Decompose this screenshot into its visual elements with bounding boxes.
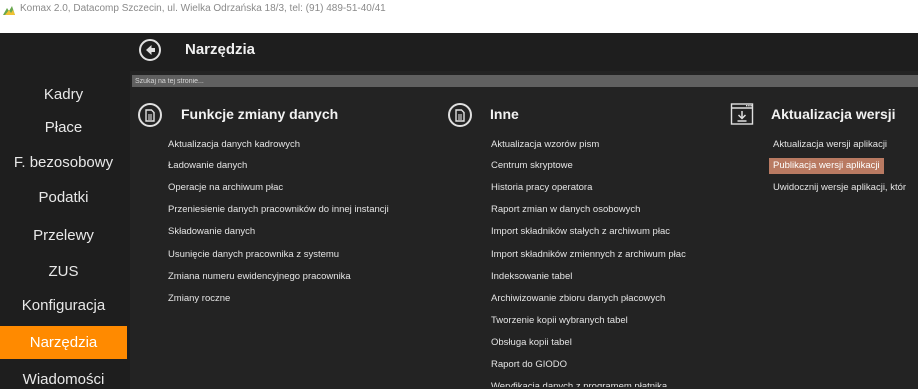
document-icon (138, 103, 162, 127)
section-list-aktualizacja-wersji: Aktualizacja wersji aplikacji Publikacja… (769, 137, 918, 197)
back-button[interactable] (139, 39, 161, 61)
window-title: Komax 2.0, Datacomp Szczecin, ul. Wielka… (20, 3, 386, 14)
list-item[interactable]: Uwidocznij wersje aplikacji, któr (773, 180, 906, 196)
window-titlebar: Komax 2.0, Datacomp Szczecin, ul. Wielka… (0, 0, 918, 33)
list-item[interactable]: Aktualizacja wersji aplikacji (773, 137, 887, 153)
section-title-funkcje-zmiany-danych: Funkcje zmiany danych (181, 106, 339, 122)
arrow-left-icon (146, 45, 155, 55)
list-item[interactable]: Centrum skryptowe (491, 158, 573, 174)
list-item[interactable]: Zmiana numeru ewidencyjnego pracownika (168, 269, 351, 285)
list-item[interactable]: Składowanie danych (168, 224, 255, 240)
page-title: Narzędzia (185, 41, 256, 58)
sidebar: Kadry Płace F. bezosobowy Podatki Przele… (0, 33, 130, 389)
list-item[interactable]: Ładowanie danych (168, 158, 247, 174)
list-item[interactable]: Import składników zmiennych z archiwum p… (491, 247, 686, 263)
section-list-inne: Aktualizacja wzorów pism Centrum skrypto… (491, 137, 751, 387)
sidebar-item-zus[interactable]: ZUS (0, 255, 127, 288)
list-item[interactable]: Operacje na archiwum płac (168, 180, 283, 196)
sidebar-item-wiadomosci[interactable]: Wiadomości (0, 363, 127, 389)
section-title-aktualizacja-wersji: Aktualizacja wersji (771, 106, 896, 122)
list-item[interactable]: Aktualizacja danych kadrowych (168, 137, 300, 153)
sidebar-item-podatki[interactable]: Podatki (0, 181, 127, 214)
list-item[interactable]: Zmiany roczne (168, 291, 230, 307)
list-item[interactable]: Obsługa kopii tabel (491, 335, 572, 351)
list-item[interactable]: Aktualizacja wzorów pism (491, 137, 599, 153)
search-input[interactable] (132, 75, 918, 87)
list-item-selected[interactable]: Publikacja wersji aplikacji (769, 158, 884, 174)
list-item[interactable]: Raport do GIODO (491, 357, 567, 373)
sidebar-item-przelewy[interactable]: Przelewy (0, 219, 127, 252)
document-icon (448, 103, 472, 127)
section-title-inne: Inne (490, 106, 519, 122)
list-item[interactable]: Import składników stałych z archiwum pła… (491, 224, 670, 240)
sidebar-item-place[interactable]: Płace (0, 111, 127, 144)
main-content: Funkcje zmiany danych Aktualizacja danyc… (130, 71, 918, 389)
list-item[interactable]: Usunięcie danych pracownika z systemu (168, 247, 339, 263)
list-item[interactable]: Archiwizowanie zbioru danych płacowych (491, 291, 665, 307)
list-item[interactable]: Przeniesienie danych pracowników do inne… (168, 202, 389, 218)
page-header: Narzędzia (130, 33, 918, 71)
sidebar-item-kadry[interactable]: Kadry (0, 78, 127, 111)
sidebar-item-konfiguracja[interactable]: Konfiguracja (0, 289, 127, 322)
sidebar-item-f-bezosobowy[interactable]: F. bezosobowy (0, 146, 127, 179)
list-item[interactable]: Tworzenie kopii wybranych tabel (491, 313, 628, 329)
section-list-funkcje-zmiany-danych: Aktualizacja danych kadrowych Ładowanie … (168, 137, 468, 304)
sidebar-item-narzedzia[interactable]: Narzędzia (0, 326, 127, 359)
download-window-icon (730, 103, 754, 125)
list-item[interactable]: Historia pracy operatora (491, 180, 592, 196)
list-item[interactable]: Weryfikacja danych z programem płatnika (491, 379, 667, 387)
list-item[interactable]: Raport zmian w danych osobowych (491, 202, 640, 218)
app-logo-icon (3, 6, 15, 15)
list-item[interactable]: Indeksowanie tabel (491, 269, 572, 285)
